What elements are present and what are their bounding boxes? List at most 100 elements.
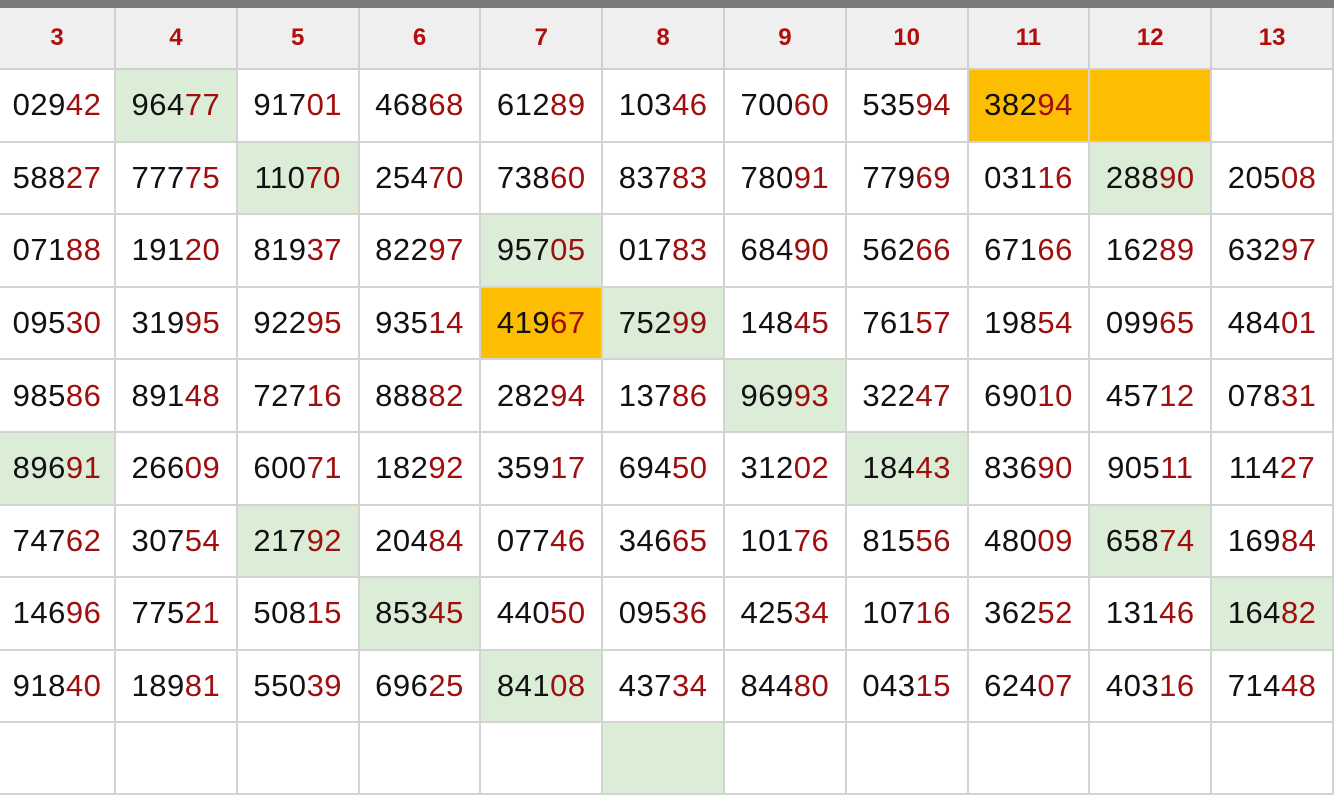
table-cell: 146 96 (0, 578, 116, 651)
table-cell: 841 08 (481, 650, 604, 724)
cell-prefix: 266 (131, 450, 185, 486)
column-header: 4 (116, 8, 238, 70)
cell-prefix: 935 (375, 305, 429, 341)
column-header: 11 (968, 8, 1091, 70)
cell-prefix: 114 (1228, 450, 1280, 486)
cell-prefix: 612 (496, 87, 551, 123)
table-cell: 671 66 (968, 215, 1091, 288)
column-header: 8 (603, 8, 725, 70)
cell-suffix: 08 (550, 668, 586, 704)
cell-prefix: 738 (496, 159, 551, 195)
cell-prefix: 761 (862, 305, 916, 341)
cell-suffix: 05 (550, 232, 586, 268)
table-cell: 747 62 (0, 505, 116, 579)
table-cell: 837 83 (603, 142, 725, 216)
cell-suffix: 21 (184, 595, 221, 631)
cell-suffix: 88 (65, 232, 102, 268)
cell-suffix: 90 (1037, 450, 1073, 486)
cell-prefix: 322 (862, 377, 916, 413)
table-cell: 714 48 (1212, 650, 1334, 724)
cell-prefix: 727 (253, 377, 307, 413)
table-cell-partial (1212, 723, 1334, 795)
cell-suffix: 46 (550, 522, 586, 558)
cell-prefix: 403 (1105, 668, 1160, 704)
table-cell: 103 46 (603, 70, 725, 143)
table-cell-partial (116, 723, 238, 795)
cell-prefix: 815 (862, 522, 916, 558)
cell-suffix: 01 (1280, 305, 1317, 341)
cell-suffix: 67 (550, 305, 586, 341)
cell-prefix: 198 (984, 305, 1038, 341)
cell-suffix: 69 (915, 159, 952, 195)
table-cell (1212, 70, 1334, 143)
cell-suffix: 60 (793, 87, 830, 123)
cell-prefix: 103 (618, 87, 672, 123)
cell-suffix: 90 (793, 232, 830, 268)
table-cell: 266 09 (116, 432, 238, 506)
cell-suffix: 94 (550, 377, 586, 413)
cell-suffix: 65 (671, 522, 708, 558)
cell-suffix: 31 (1280, 377, 1317, 413)
cell-prefix: 853 (375, 595, 429, 631)
cell-prefix: 684 (740, 232, 794, 268)
table-cell: 114 27 (1212, 432, 1334, 506)
cell-suffix: 90 (1159, 159, 1195, 195)
cell-prefix: 690 (984, 377, 1038, 413)
cell-suffix: 46 (1159, 595, 1195, 631)
table-cell-partial (0, 723, 116, 795)
table-cell: 362 52 (968, 578, 1091, 651)
table-cell: 508 15 (237, 578, 360, 651)
table-cell: 029 42 (0, 70, 116, 143)
cell-suffix: 16 (1037, 159, 1073, 195)
cell-prefix: 535 (862, 87, 916, 123)
cell-suffix: 71 (306, 450, 343, 486)
cell-suffix: 17 (550, 450, 586, 486)
table-cell: 819 37 (237, 215, 360, 288)
table-cell: 780 91 (724, 142, 847, 216)
cell-suffix: 07 (1037, 668, 1073, 704)
cell-suffix: 83 (671, 232, 708, 268)
cell-prefix: 957 (496, 232, 551, 268)
table-cell: 752 99 (603, 287, 725, 361)
table-cell: 017 83 (603, 215, 725, 288)
cell-prefix: 346 (618, 522, 672, 558)
cell-prefix: 837 (618, 159, 672, 195)
table-cell: 853 45 (359, 578, 482, 651)
cell-suffix: 46 (671, 87, 708, 123)
cell-prefix: 918 (12, 668, 66, 704)
cell-prefix: 101 (740, 522, 794, 558)
cell-suffix: 50 (671, 450, 708, 486)
cell-suffix: 16 (915, 595, 952, 631)
cell-suffix: 84 (428, 522, 464, 558)
cell-prefix: 550 (253, 668, 307, 704)
cell-suffix: 81 (184, 668, 221, 704)
cell-suffix: 48 (184, 377, 221, 413)
cell-suffix: 11 (1160, 450, 1194, 486)
table-cell: 550 39 (237, 650, 360, 724)
cell-prefix: 480 (984, 522, 1038, 558)
cell-prefix: 440 (496, 595, 551, 631)
cell-prefix: 137 (618, 377, 672, 413)
table-cell: 632 97 (1212, 215, 1334, 288)
cell-suffix: 01 (306, 87, 343, 123)
cell-prefix: 632 (1227, 232, 1281, 268)
table-cell: 095 30 (0, 287, 116, 361)
cell-prefix: 700 (740, 87, 794, 123)
cell-prefix: 031 (984, 159, 1038, 195)
table-cell: 700 60 (724, 70, 847, 143)
table-cell: 684 90 (724, 215, 847, 288)
cell-prefix: 189 (131, 668, 185, 704)
cell-prefix: 029 (12, 87, 66, 123)
cell-prefix: 169 (1227, 522, 1281, 558)
cell-prefix: 780 (740, 159, 794, 195)
cell-suffix: 36 (671, 595, 708, 631)
cell-prefix: 319 (131, 305, 185, 341)
table-cell: 322 47 (846, 360, 969, 433)
table-cell: 191 20 (116, 215, 238, 288)
table-cell: 612 89 (481, 70, 604, 143)
cell-suffix: 74 (1159, 522, 1195, 558)
cell-suffix: 66 (1037, 232, 1073, 268)
cell-suffix: 92 (306, 522, 343, 558)
table-cell-partial (603, 723, 725, 795)
cell-suffix: 70 (305, 159, 341, 195)
